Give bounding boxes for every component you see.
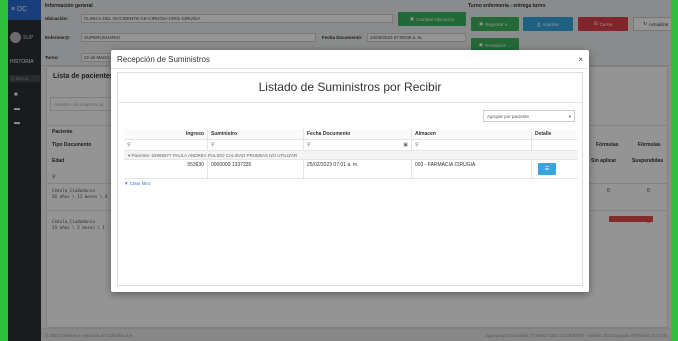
filter-icon: ▼	[124, 181, 129, 186]
recepcion-suministros-dialog: Recepción de Suministros × Listado de Su…	[111, 50, 589, 292]
panel-heading: Listado de Suministros por Recibir	[118, 73, 582, 103]
cell-ingreso: 553630	[124, 160, 208, 178]
cell-almacen: 003 - FARMACIA CIRUGIA	[412, 160, 532, 178]
cell-suministro: 0000000 1337235	[208, 160, 304, 178]
grid-filter-row: ⚲ ⚲ ⚲ ▣ ⚲	[124, 140, 578, 151]
close-icon[interactable]: ×	[578, 55, 583, 64]
filter-search-icon[interactable]: ⚲	[124, 140, 208, 150]
grid-header-row: Ingreso Suministro Fecha Documento Almac…	[124, 129, 578, 140]
group-by-select[interactable]: Agrupar por paciente ▾	[483, 110, 575, 122]
cell-detalle: ☰	[532, 160, 578, 178]
list-icon: ☰	[544, 166, 550, 172]
suministros-panel: Listado de Suministros por Recibir Agrup…	[117, 72, 583, 286]
filter-search-icon[interactable]: ⚲ ▣	[304, 140, 412, 150]
dialog-title: Recepción de Suministros	[117, 54, 210, 64]
collapse-icon[interactable]: ▾	[128, 153, 130, 158]
filter-search-icon[interactable]: ⚲	[208, 140, 304, 150]
calendar-icon[interactable]: ▣	[403, 142, 408, 148]
filter-search-icon[interactable]: ⚲	[412, 140, 532, 150]
group-row[interactable]: ▾ Paciente: 52985877 PAULA ANDREA PULIDO…	[124, 151, 578, 160]
app-window: ≡ DC SUP HISTORIA Q Busca ■ ▬ ▬ Informac…	[8, 0, 671, 341]
cell-fecha: 25/02/2023 07:01 a. m.	[304, 160, 412, 178]
clear-filter-link[interactable]: ▼ Clear filtro	[124, 181, 150, 186]
col-ingreso[interactable]: Ingreso	[124, 129, 208, 139]
col-almacen[interactable]: Almacen	[412, 129, 532, 139]
detalle-button[interactable]: ☰	[538, 163, 556, 175]
filter-empty	[532, 140, 578, 150]
col-suministro[interactable]: Suministro	[208, 129, 304, 139]
col-fecha-documento[interactable]: Fecha Documento	[304, 129, 412, 139]
table-row[interactable]: 553630 0000000 1337235 25/02/2023 07:01 …	[124, 160, 578, 179]
dialog-header: Recepción de Suministros ×	[111, 50, 589, 69]
col-detalle[interactable]: Detalle	[532, 129, 578, 139]
group-label: Paciente: 52985877 PAULA ANDREA PULIDO C…	[131, 153, 298, 158]
chevron-down-icon: ▾	[568, 114, 571, 119]
